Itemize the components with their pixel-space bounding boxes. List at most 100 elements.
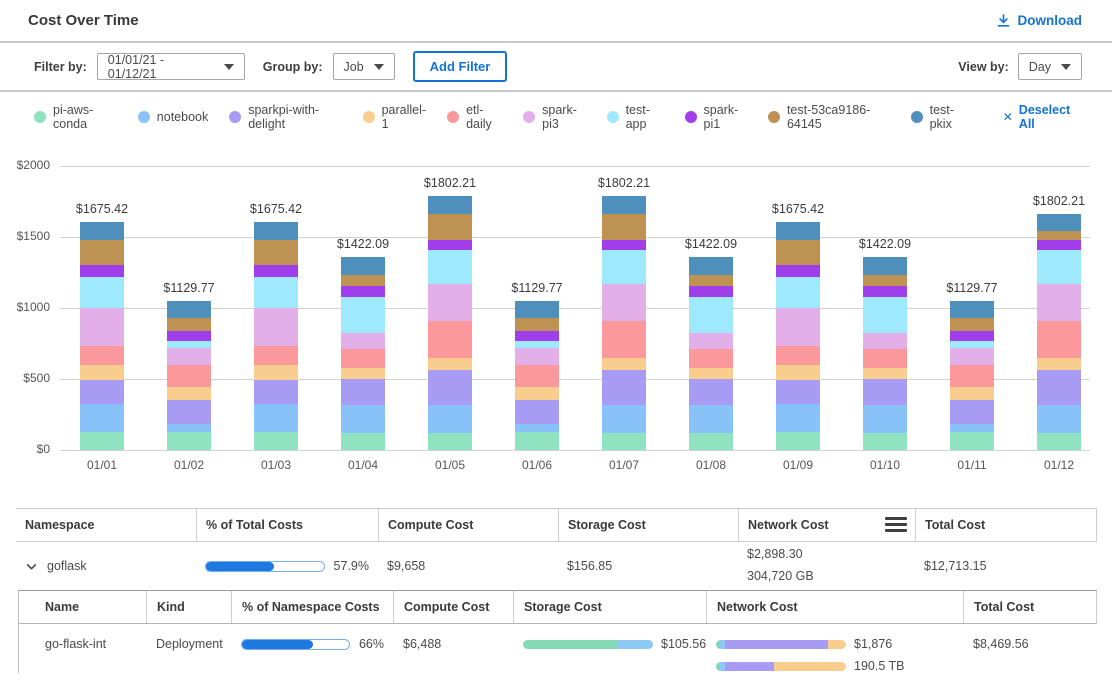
stacked-bar-01/01[interactable]: [80, 222, 124, 450]
bar-segment: [725, 640, 828, 649]
bar-segment-notebook: [863, 405, 907, 433]
y-axis-tick: $1000: [0, 300, 50, 314]
bar-segment: [523, 640, 618, 649]
namespace-table-header: Namespace % of Total Costs Compute Cost …: [16, 509, 1097, 542]
date-range-value: 01/01/21 - 01/12/21: [108, 53, 214, 81]
bar-segment-etl-daily: [863, 349, 907, 368]
chevron-down-icon: [374, 64, 384, 70]
legend-item-test-app[interactable]: test-app: [607, 103, 664, 131]
bar-segment-etl-daily: [167, 365, 211, 387]
col-storage-cost: Storage Cost: [513, 591, 706, 623]
stacked-bar-01/12[interactable]: [1037, 214, 1081, 450]
legend-item-test-pkix[interactable]: test-pkix: [911, 103, 969, 131]
legend-item-spark-pi3[interactable]: spark-pi3: [523, 103, 585, 131]
pct-namespace-costs-cell: 66%: [231, 624, 393, 651]
bar-segment-spark-pi3: [428, 284, 472, 321]
y-axis-tick: $0: [0, 442, 50, 456]
legend-item-sparkpi-with-delight[interactable]: sparkpi-with-delight: [229, 103, 341, 131]
col-namespace: Namespace: [16, 509, 196, 541]
bar-segment-pi-aws-conda: [776, 432, 820, 450]
add-filter-button[interactable]: Add Filter: [413, 51, 508, 82]
bar-segment-pi-aws-conda: [254, 432, 298, 450]
gridline: [60, 166, 1090, 167]
bar-segment-notebook: [80, 404, 124, 432]
col-total-cost: Total Cost: [915, 509, 1097, 541]
legend-item-notebook[interactable]: notebook: [138, 110, 208, 124]
pct-namespace-costs-value: 66%: [359, 637, 384, 651]
bar-segment-parallel-1: [602, 358, 646, 371]
legend-item-spark-pi1[interactable]: spark-pi1: [685, 103, 747, 131]
network-usage-value: 304,720 GB: [747, 566, 906, 588]
y-axis-tick: $1500: [0, 229, 50, 243]
stacked-bar-01/09[interactable]: [776, 222, 820, 450]
chart-legend: pi-aws-conda notebook sparkpi-with-delight…: [0, 92, 1112, 142]
total-cost-value: $8,469.56: [963, 624, 1097, 651]
bar-segment-spark-pi1: [950, 331, 994, 341]
workload-name: go-flask-int: [19, 624, 146, 651]
x-axis-tick: 01/06: [502, 458, 572, 472]
bar-segment-test-app: [428, 250, 472, 283]
bar-segment-spark-pi3: [1037, 284, 1081, 321]
stacked-bar-01/05[interactable]: [428, 196, 472, 450]
bar-segment-pi-aws-conda: [428, 433, 472, 450]
view-by-select[interactable]: Day: [1018, 53, 1082, 80]
table-row-goflask[interactable]: goflask 57.9% $9,658 $156.85 $2,898.30 3…: [16, 542, 1097, 590]
y-axis-tick: $2000: [0, 158, 50, 172]
bar-segment-sparkpi-with-delight: [602, 370, 646, 405]
bar-segment-spark-pi1: [341, 286, 385, 297]
bar-segment-etl-daily: [428, 321, 472, 358]
bar-total-label: $1422.09: [318, 237, 408, 251]
bar-segment-test-pkix: [80, 222, 124, 240]
stacked-bar-01/10[interactable]: [863, 257, 907, 450]
x-axis-tick: 01/11: [937, 458, 1007, 472]
download-button[interactable]: Download: [996, 13, 1083, 28]
bar-segment-spark-pi3: [776, 308, 820, 346]
namespace-expander[interactable]: goflask: [16, 559, 196, 573]
stacked-bar-01/06[interactable]: [515, 301, 559, 450]
bar-segment-etl-daily: [602, 321, 646, 358]
legend-item-parallel-1[interactable]: parallel-1: [363, 103, 426, 131]
bar-segment-notebook: [428, 405, 472, 433]
x-axis-tick: 01/02: [154, 458, 224, 472]
x-axis-tick: 01/08: [676, 458, 746, 472]
progress-bar: [241, 639, 350, 650]
col-total-cost: Total Cost: [963, 591, 1097, 623]
bar-segment-sparkpi-with-delight: [689, 379, 733, 405]
bar-segment: [618, 640, 653, 649]
bar-segment-etl-daily: [689, 349, 733, 368]
download-icon: [996, 13, 1011, 28]
filter-row: Filter by: 01/01/21 - 01/12/21 Group by:…: [0, 43, 1112, 92]
stacked-bar-01/03[interactable]: [254, 222, 298, 450]
deselect-all-button[interactable]: ✕ Deselect All: [1003, 103, 1082, 131]
legend-item-test-53ca9186-64145[interactable]: test-53ca9186-64145: [768, 103, 890, 131]
stacked-bar-01/08[interactable]: [689, 257, 733, 450]
stacked-bar-01/11[interactable]: [950, 301, 994, 450]
bar-segment-test-app: [341, 297, 385, 333]
bar-segment-pi-aws-conda: [689, 433, 733, 450]
bar-segment-pi-aws-conda: [341, 433, 385, 450]
bar-segment: [828, 640, 846, 649]
stacked-bar-01/07[interactable]: [602, 196, 646, 450]
column-menu-icon[interactable]: [885, 517, 907, 532]
network-cost-cell: $2,898.30 304,720 GB: [738, 544, 915, 588]
legend-item-etl-daily[interactable]: etl-daily: [447, 103, 502, 131]
stacked-bar-01/02[interactable]: [167, 301, 211, 450]
bar-segment-parallel-1: [428, 358, 472, 371]
legend-dot: [363, 111, 375, 123]
bar-total-label: $1802.21: [579, 176, 669, 190]
bar-segment-test-53ca9186-64145: [167, 318, 211, 331]
legend-item-pi-aws-conda[interactable]: pi-aws-conda: [34, 103, 117, 131]
col-network-cost: Network Cost: [738, 509, 915, 541]
bar-segment-test-app: [689, 297, 733, 333]
legend-dot: [685, 111, 697, 123]
group-by-select[interactable]: Job: [333, 53, 395, 80]
date-range-select[interactable]: 01/01/21 - 01/12/21: [97, 53, 245, 80]
stacked-bar-01/04[interactable]: [341, 257, 385, 450]
table-row-go-flask-int[interactable]: go-flask-int Deployment 66% $6,488 $105.…: [19, 624, 1097, 673]
bar-segment-notebook: [776, 404, 820, 432]
bar-segment-test-53ca9186-64145: [1037, 231, 1081, 240]
cost-over-time-panel: Cost Over Time Download Filter by: 01/01…: [0, 0, 1112, 682]
network-usage-value: 190.5 TB: [854, 659, 905, 673]
bar-segment-notebook: [1037, 405, 1081, 433]
chevron-down-icon: [25, 560, 38, 573]
